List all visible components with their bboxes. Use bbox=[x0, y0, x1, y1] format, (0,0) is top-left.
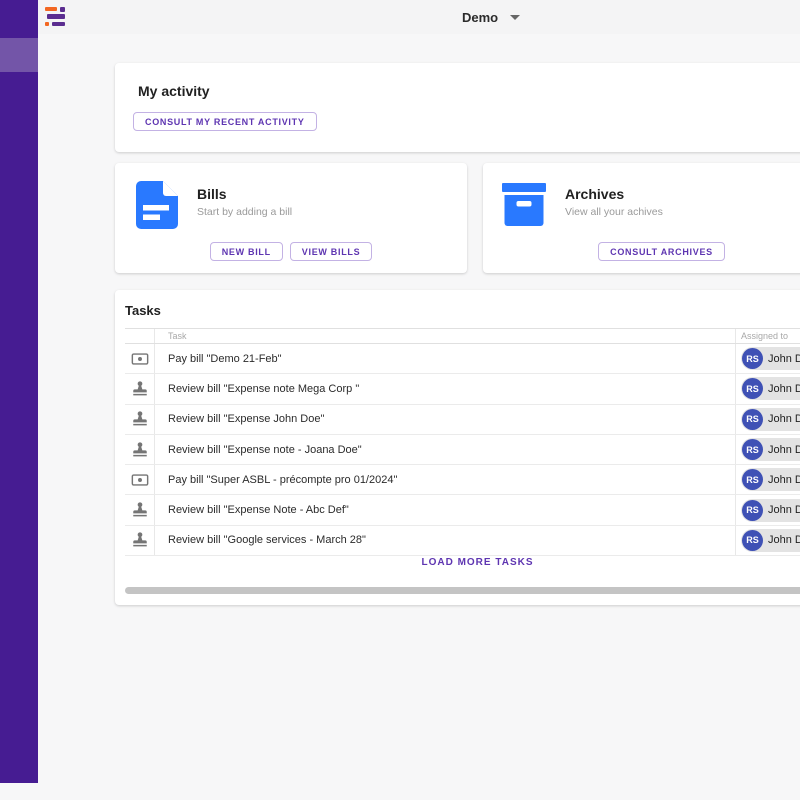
sidebar-active-item[interactable] bbox=[0, 38, 38, 72]
my-activity-title: My activity bbox=[138, 83, 210, 99]
horizontal-scrollbar bbox=[125, 587, 800, 594]
stamp-icon bbox=[125, 435, 155, 464]
tasks-card: Tasks Task Assigned to Pay bill "Demo 21… bbox=[115, 290, 800, 605]
assigned-cell: RS John Doe bbox=[735, 435, 800, 464]
logo-square-orange bbox=[45, 22, 49, 26]
stamp-icon bbox=[125, 405, 155, 434]
load-more-tasks-button[interactable]: LOAD MORE TASKS bbox=[115, 557, 800, 568]
task-label: Review bill "Expense note Mega Corp " bbox=[155, 374, 735, 403]
archives-subtitle: View all your achives bbox=[565, 206, 663, 218]
my-activity-card: My activity CONSULT MY RECENT ACTIVITY bbox=[115, 63, 800, 152]
payments-icon bbox=[125, 344, 155, 373]
task-label: Review bill "Expense Note - Abc Def" bbox=[155, 495, 735, 524]
new-bill-button[interactable]: NEW BILL bbox=[210, 242, 283, 261]
table-row[interactable]: Review bill "Google services - March 28"… bbox=[125, 526, 800, 556]
assignee-chip[interactable]: RS John Doe bbox=[741, 408, 800, 431]
task-label: Pay bill "Super ASBL - précompte pro 01/… bbox=[155, 465, 735, 494]
stamp-icon bbox=[125, 526, 155, 555]
logo-bar-orange bbox=[45, 7, 57, 11]
task-label: Review bill "Expense John Doe" bbox=[155, 405, 735, 434]
payments-icon bbox=[125, 465, 155, 494]
assignee-name: John Doe bbox=[768, 413, 800, 425]
consult-activity-button[interactable]: CONSULT MY RECENT ACTIVITY bbox=[133, 112, 317, 131]
assigned-column-header: Assigned to bbox=[735, 329, 800, 343]
assignee-name: John Doe bbox=[768, 534, 800, 546]
assignee-name: John Doe bbox=[768, 353, 800, 365]
avatar: RS bbox=[742, 409, 763, 430]
tasks-table-header: Task Assigned to bbox=[125, 329, 800, 344]
sidebar bbox=[0, 0, 38, 783]
archives-title: Archives bbox=[565, 186, 624, 202]
assignee-chip[interactable]: RS John Doe bbox=[741, 438, 800, 461]
consult-archives-button[interactable]: CONSULT ARCHIVES bbox=[598, 242, 725, 261]
archive-box-icon bbox=[502, 181, 546, 229]
assigned-cell: RS John Doe bbox=[735, 344, 800, 373]
archives-actions: CONSULT ARCHIVES bbox=[483, 242, 800, 261]
scrollbar-thumb[interactable] bbox=[125, 587, 800, 594]
assignee-name: John Doe bbox=[768, 444, 800, 456]
assignee-chip[interactable]: RS John Doe bbox=[741, 377, 800, 400]
assignee-name: John Doe bbox=[768, 383, 800, 395]
assigned-cell: RS John Doe bbox=[735, 465, 800, 494]
logo-bar-purple-bottom bbox=[52, 22, 65, 26]
workspace-title: Demo bbox=[462, 10, 498, 25]
tasks-table-body: Pay bill "Demo 21-Feb"RSJohn DoeReview b… bbox=[125, 344, 800, 556]
assignee-name: John Doe bbox=[768, 504, 800, 516]
task-label: Review bill "Google services - March 28" bbox=[155, 526, 735, 555]
assigned-cell: RS John Doe bbox=[735, 374, 800, 403]
bills-actions: NEW BILL VIEW BILLS bbox=[115, 242, 467, 261]
assignee-chip[interactable]: RS John Doe bbox=[741, 499, 800, 522]
document-icon bbox=[134, 181, 178, 229]
table-row[interactable]: Pay bill "Super ASBL - précompte pro 01/… bbox=[125, 465, 800, 495]
avatar: RS bbox=[742, 469, 763, 490]
tasks-table: Task Assigned to Pay bill "Demo 21-Feb"R… bbox=[125, 328, 800, 556]
table-row[interactable]: Pay bill "Demo 21-Feb" RS John Doe bbox=[125, 344, 800, 374]
table-row[interactable]: Review bill "Expense note - Joana Doe" RS… bbox=[125, 435, 800, 465]
task-column-header: Task bbox=[155, 329, 735, 343]
top-header: Demo bbox=[38, 0, 800, 34]
logo-square-purple bbox=[60, 7, 65, 12]
avatar: RS bbox=[742, 348, 763, 369]
icon-column-header bbox=[125, 329, 155, 343]
avatar: RS bbox=[742, 439, 763, 460]
task-label: Pay bill "Demo 21-Feb" bbox=[155, 344, 735, 373]
archives-card: Archives View all your achives CONSULT A… bbox=[483, 163, 800, 273]
assigned-cell: RS John Doe bbox=[735, 526, 800, 555]
assignee-name: John Doe bbox=[768, 474, 800, 486]
avatar: RS bbox=[742, 378, 763, 399]
assigned-cell: RS John Doe bbox=[735, 495, 800, 524]
chevron-down-icon bbox=[510, 15, 520, 20]
workspace-switcher[interactable]: Demo bbox=[462, 0, 520, 34]
table-row[interactable]: Review bill "Expense note Mega Corp " RS J… bbox=[125, 374, 800, 404]
bills-subtitle: Start by adding a bill bbox=[197, 206, 292, 218]
table-row[interactable]: Review bill "Expense Note - Abc Def" RS Jo… bbox=[125, 495, 800, 525]
bills-title: Bills bbox=[197, 186, 227, 202]
stamp-icon bbox=[125, 374, 155, 403]
logo-bar-purple bbox=[47, 14, 65, 19]
assignee-chip[interactable]: RS John Doe bbox=[741, 347, 800, 370]
assigned-cell: RS John Doe bbox=[735, 405, 800, 434]
app-logo-icon[interactable] bbox=[45, 7, 65, 27]
stamp-icon bbox=[125, 495, 155, 524]
table-row[interactable]: Review bill "Expense John Doe" RS John Doe bbox=[125, 405, 800, 435]
bills-card: Bills Start by adding a bill NEW BILL VI… bbox=[115, 163, 467, 273]
tasks-title: Tasks bbox=[125, 303, 161, 318]
task-label: Review bill "Expense note - Joana Doe" bbox=[155, 435, 735, 464]
view-bills-button[interactable]: VIEW BILLS bbox=[290, 242, 373, 261]
avatar: RS bbox=[742, 530, 763, 551]
assignee-chip[interactable]: RS John Doe bbox=[741, 468, 800, 491]
avatar: RS bbox=[742, 500, 763, 521]
assignee-chip[interactable]: RS John Doe bbox=[741, 529, 800, 552]
